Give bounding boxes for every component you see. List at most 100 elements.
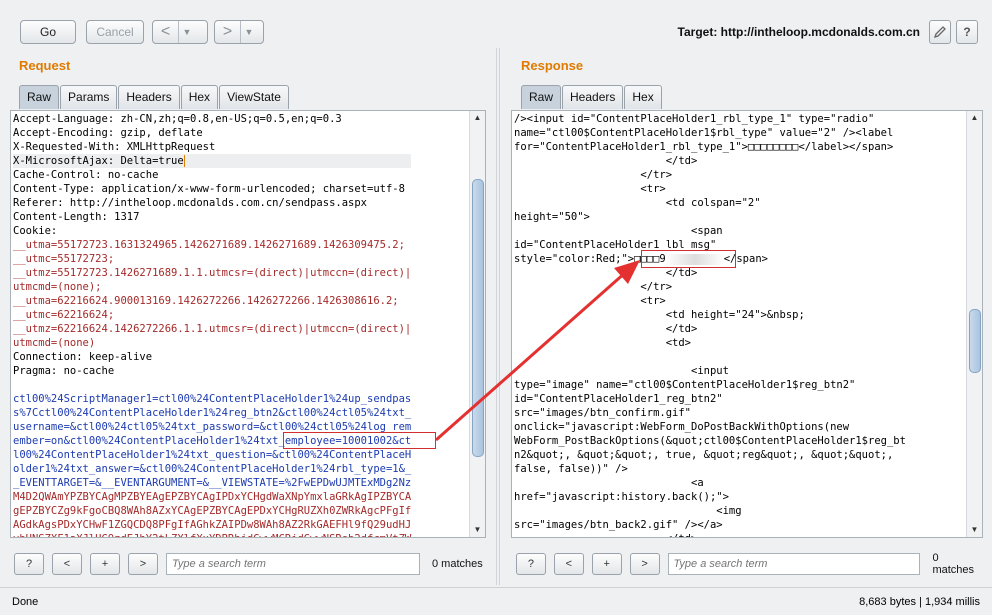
request-line: X-Requested-With: XMLHttpRequest: [13, 141, 216, 153]
status-bar: Done 8,683 bytes | 1,934 millis: [0, 587, 992, 615]
response-line: <tr>: [514, 183, 666, 195]
target-label: Target: http://intheloop.mcdonalds.com.c…: [677, 25, 920, 39]
scroll-up-icon[interactable]: ▲: [967, 111, 982, 125]
request-line: gEPZBYCZg9kFgoCBQ8WAh8AZxYCAgEPZBYCAgEPD…: [13, 505, 412, 517]
response-line: </td>: [514, 267, 698, 279]
request-line: s%7Cctl00%24ContentPlaceHolder1%24reg_bt…: [13, 407, 412, 419]
response-scroll-thumb[interactable]: [969, 309, 981, 373]
response-line: height="50">: [514, 211, 590, 223]
search-help-button[interactable]: ?: [14, 553, 44, 575]
response-line: <td colspan="2": [514, 197, 761, 209]
response-line: src="images/btn_confirm.gif": [514, 407, 692, 419]
search-prev-button[interactable]: <: [52, 553, 82, 575]
request-body[interactable]: Accept-Language: zh-CN,zh;q=0.8,en-US;q=…: [13, 112, 412, 537]
request-tab-headers[interactable]: Headers: [118, 85, 180, 109]
search-next-button[interactable]: >: [128, 553, 158, 575]
request-line: Content-Length: 1317: [13, 211, 140, 223]
scroll-down-icon[interactable]: ▼: [967, 523, 982, 537]
request-line: _EVENTTARGET=&__EVENTARGUMENT=&__VIEWSTA…: [13, 477, 412, 489]
response-title: Response: [521, 58, 584, 73]
response-matches: 0 matches: [932, 552, 975, 576]
edit-target-button[interactable]: [929, 20, 951, 44]
request-line: utmcmd=(none);: [13, 281, 102, 293]
response-line: type="image" name="ctl00$ContentPlaceHol…: [514, 379, 856, 391]
request-line: ctl00%24ScriptManager1=ctl00%24ContentPl…: [13, 393, 412, 405]
search-next-add-button[interactable]: +: [591, 553, 622, 575]
request-line: __utma=62216624.900013169.1426272266.142…: [13, 295, 399, 307]
response-line: /><input id="ContentPlaceHolder1_rbl_typ…: [514, 113, 875, 125]
request-line: __utmz=62216624.1426272266.1.1.utmcsr=(d…: [13, 323, 412, 335]
text-caret: [183, 155, 185, 167]
scroll-down-icon[interactable]: ▼: [470, 523, 485, 537]
help-button[interactable]: ?: [956, 20, 978, 44]
request-line: Accept-Encoding: gzip, deflate: [13, 127, 203, 139]
request-line: AGdkAgsPDxYCHwF1ZGQCDQ8PFgIfAGhkZAIPDw8W…: [13, 519, 412, 531]
panel-divider[interactable]: [496, 48, 500, 585]
scroll-up-icon[interactable]: ▲: [470, 111, 485, 125]
request-line: Cookie:: [13, 225, 58, 237]
response-body[interactable]: /><input id="ContentPlaceHolder1_rbl_typ…: [514, 112, 906, 537]
response-line: <td height="24">&nbsp;: [514, 309, 805, 321]
response-scrollbar[interactable]: ▲ ▼: [966, 111, 982, 537]
response-line: href="javascript:history.back();">: [514, 491, 729, 503]
request-tab-viewstate[interactable]: ViewState: [219, 85, 289, 109]
response-line: onclick="javascript:WebForm_DoPostBackWi…: [514, 421, 850, 433]
back-button[interactable]: < ▼: [152, 20, 208, 44]
request-panel: Request Raw Params Headers Hex ViewState Acc…: [10, 48, 486, 585]
request-tab-params[interactable]: Params: [60, 85, 118, 109]
request-line: __utmz=55172723.1426271689.1.1.utmcsr=(d…: [13, 267, 412, 279]
response-tab-hex[interactable]: Hex: [624, 85, 662, 109]
response-tab-headers[interactable]: Headers: [562, 85, 624, 109]
request-editor[interactable]: Accept-Language: zh-CN,zh;q=0.8,en-US;q=…: [10, 110, 486, 538]
request-scrollbar[interactable]: ▲ ▼: [469, 111, 485, 537]
response-search-input[interactable]: [667, 553, 921, 575]
request-search-input[interactable]: [166, 553, 420, 575]
response-line: <a: [514, 477, 704, 489]
response-line: </tr>: [514, 169, 673, 181]
request-line: Connection: keep-alive: [13, 351, 153, 363]
request-title: Request: [19, 58, 71, 73]
request-line: M4D2QWAmYPZBYCAgMPZBYEAgEPZBYCAgIPDxYCHg…: [13, 491, 412, 503]
search-prev-button[interactable]: <: [553, 553, 584, 575]
request-scroll-thumb[interactable]: [472, 179, 484, 457]
response-size-info: 8,683 bytes | 1,934 millis: [859, 596, 980, 608]
response-line: n2&quot;, &quot;&quot;, true, &quot;reg&…: [514, 449, 894, 461]
forward-dropdown-icon[interactable]: ▼: [241, 21, 257, 43]
response-line: src="images/btn_back2.gif" /></a>: [514, 519, 723, 531]
response-line: </tr>: [514, 281, 673, 293]
request-line: __utma=55172723.1631324965.1426271689.14…: [13, 239, 405, 251]
request-line: __utmc=55172723;: [13, 253, 115, 265]
response-line: for="ContentPlaceHolder1_rbl_type_1">□□□…: [514, 141, 894, 153]
response-line: <span: [514, 225, 723, 237]
toolbar: Go Cancel < ▼ > ▼ Target: http://inthelo…: [0, 0, 992, 48]
response-tab-raw[interactable]: Raw: [521, 85, 562, 109]
request-line: Content-Type: application/x-www-form-url…: [13, 183, 405, 195]
back-dropdown-icon[interactable]: ▼: [179, 21, 195, 43]
request-line: Cache-Control: no-cache: [13, 169, 159, 181]
request-line: X-MicrosoftAjax: Delta=true: [13, 154, 412, 168]
response-line: <tr>: [514, 295, 666, 307]
forward-button[interactable]: > ▼: [214, 20, 264, 44]
response-line: false, false))" />: [514, 463, 628, 475]
request-tab-raw[interactable]: Raw: [19, 85, 60, 109]
request-line: __utmc=62216624;: [13, 309, 115, 321]
search-next-add-button[interactable]: +: [90, 553, 120, 575]
request-tab-hex[interactable]: Hex: [180, 85, 219, 109]
search-help-button[interactable]: ?: [516, 553, 546, 575]
response-editor[interactable]: /><input id="ContentPlaceHolder1_rbl_typ…: [511, 110, 983, 538]
response-line: <input: [514, 365, 729, 377]
response-tabs: Raw Headers Hex: [521, 85, 663, 109]
request-line: utmcmd=(none): [13, 337, 96, 349]
response-line: </td>: [514, 533, 698, 537]
back-arrow-icon: <: [153, 21, 179, 43]
response-line: id="ContentPlaceHolder1_reg_btn2": [514, 393, 723, 405]
search-next-button[interactable]: >: [629, 553, 660, 575]
response-line: </td>: [514, 155, 698, 167]
cancel-button[interactable]: Cancel: [86, 20, 144, 44]
request-line: Accept-Language: zh-CN,zh;q=0.8,en-US;q=…: [13, 113, 342, 125]
go-button[interactable]: Go: [20, 20, 76, 44]
request-searchbar: ? < + > 0 matches: [14, 551, 483, 577]
pencil-icon: [933, 26, 946, 39]
request-line: Pragma: no-cache: [13, 365, 115, 377]
response-line: WebForm_PostBackOptions(&quot;ctl00$Cont…: [514, 435, 906, 447]
